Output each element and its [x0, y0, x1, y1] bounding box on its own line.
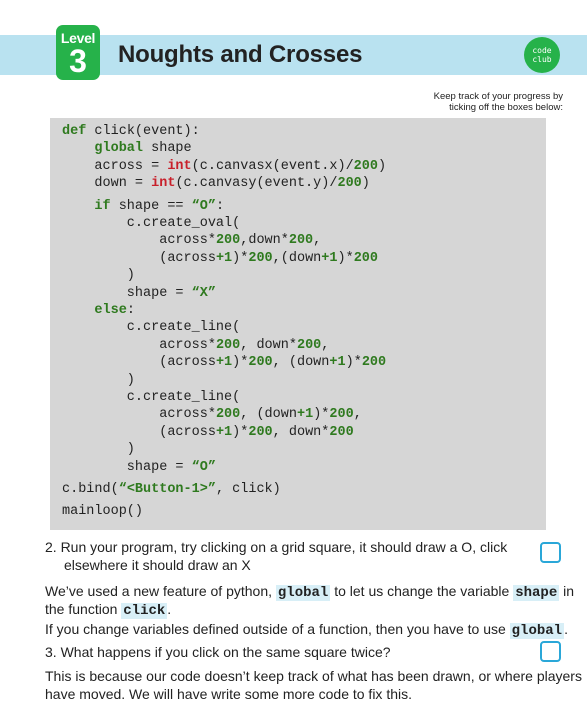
- global-text-b: to let us change the variable: [330, 583, 514, 599]
- code-line: across*200, (down+1)*200,: [62, 407, 362, 423]
- level-badge: Level 3: [56, 25, 100, 80]
- code-line: global shape: [94, 141, 192, 157]
- code-line: else:: [94, 303, 135, 318]
- global-text-a: We’ve used a new feature of python,: [45, 583, 276, 599]
- code-line: (across+1)*200,(down+1)*200: [62, 250, 379, 266]
- code-block: def click(event): global shape across = …: [50, 118, 546, 530]
- code-line: shape = “O”: [62, 459, 216, 475]
- step-3-checkbox[interactable]: [540, 641, 561, 662]
- step-2-line-1: 2. Run your program, try clicking on a g…: [45, 539, 508, 555]
- step-2-line-2: elsewhere it should draw an X: [64, 557, 251, 573]
- code-line: c.bind(“<Button-1>”, click): [62, 482, 281, 497]
- code-line: ): [62, 268, 135, 284]
- tracker-note-line-2: ticking off the boxes below:: [449, 102, 563, 113]
- because-paragraph-line-1: This is because our code doesn’t keep tr…: [45, 668, 582, 684]
- logo-text-code: code: [532, 46, 552, 55]
- code-line: across*200,down*200,: [62, 233, 322, 249]
- code-word-global-2: global: [509, 623, 565, 639]
- code-line: ): [62, 442, 135, 458]
- progress-tracker-note: Keep track of your progress by ticking o…: [434, 91, 563, 113]
- code-line: c.create_line(: [62, 390, 241, 405]
- code-line: ): [62, 372, 135, 388]
- code-line: (across+1)*200, down*200: [62, 424, 354, 440]
- logo-text-club: club: [532, 55, 552, 64]
- change-paragraph: If you change variables defined outside …: [45, 620, 568, 640]
- code-line: across*200, down*200,: [62, 337, 330, 353]
- code-club-logo: code club: [524, 37, 560, 73]
- code-line: shape = “X”: [62, 285, 216, 301]
- code-line: across = int(c.canvasx(event.x)/200): [62, 158, 387, 174]
- code-line: if shape == “O”:: [94, 198, 225, 214]
- code-line: mainloop(): [62, 504, 144, 520]
- code-line: (across+1)*200, (down+1)*200: [62, 355, 387, 371]
- code-word-global: global: [275, 585, 331, 601]
- change-text-a: If you change variables defined outside …: [45, 621, 510, 637]
- level-number: 3: [69, 43, 87, 79]
- code-line: down = int(c.canvasy(event.y)/200): [62, 176, 370, 192]
- global-text-line2b: .: [167, 601, 172, 617]
- step-3: 3. What happens if you click on the same…: [45, 644, 391, 660]
- page-title: Noughts and Crosses: [118, 41, 363, 68]
- change-text-b: .: [564, 621, 568, 637]
- tracker-note-line-1: Keep track of your progress by: [433, 91, 563, 102]
- global-text-c: in: [559, 583, 575, 599]
- because-paragraph-line-2: have moved. We will have write some more…: [45, 686, 413, 702]
- code-line: def click(event):: [62, 124, 200, 139]
- step-2-checkbox[interactable]: [540, 542, 561, 563]
- code-word-click: click: [121, 603, 168, 619]
- code-line: c.create_oval(: [62, 216, 241, 231]
- global-text-line2a: the function: [45, 601, 122, 617]
- code-word-shape: shape: [513, 585, 560, 601]
- global-paragraph-line-1: We’ve used a new feature of python, glob…: [45, 582, 574, 602]
- code-line: c.create_line(: [62, 320, 241, 336]
- global-paragraph-line-2: the function click.: [45, 600, 171, 620]
- code-lines: def click(event): global shape across = …: [50, 118, 546, 530]
